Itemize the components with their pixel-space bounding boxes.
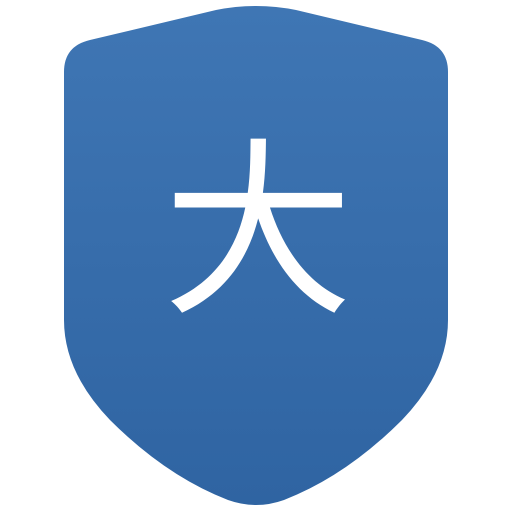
shield-icon	[64, 6, 448, 505]
app-icon-canvas: 大	[0, 0, 512, 512]
shield-shape	[64, 6, 448, 505]
